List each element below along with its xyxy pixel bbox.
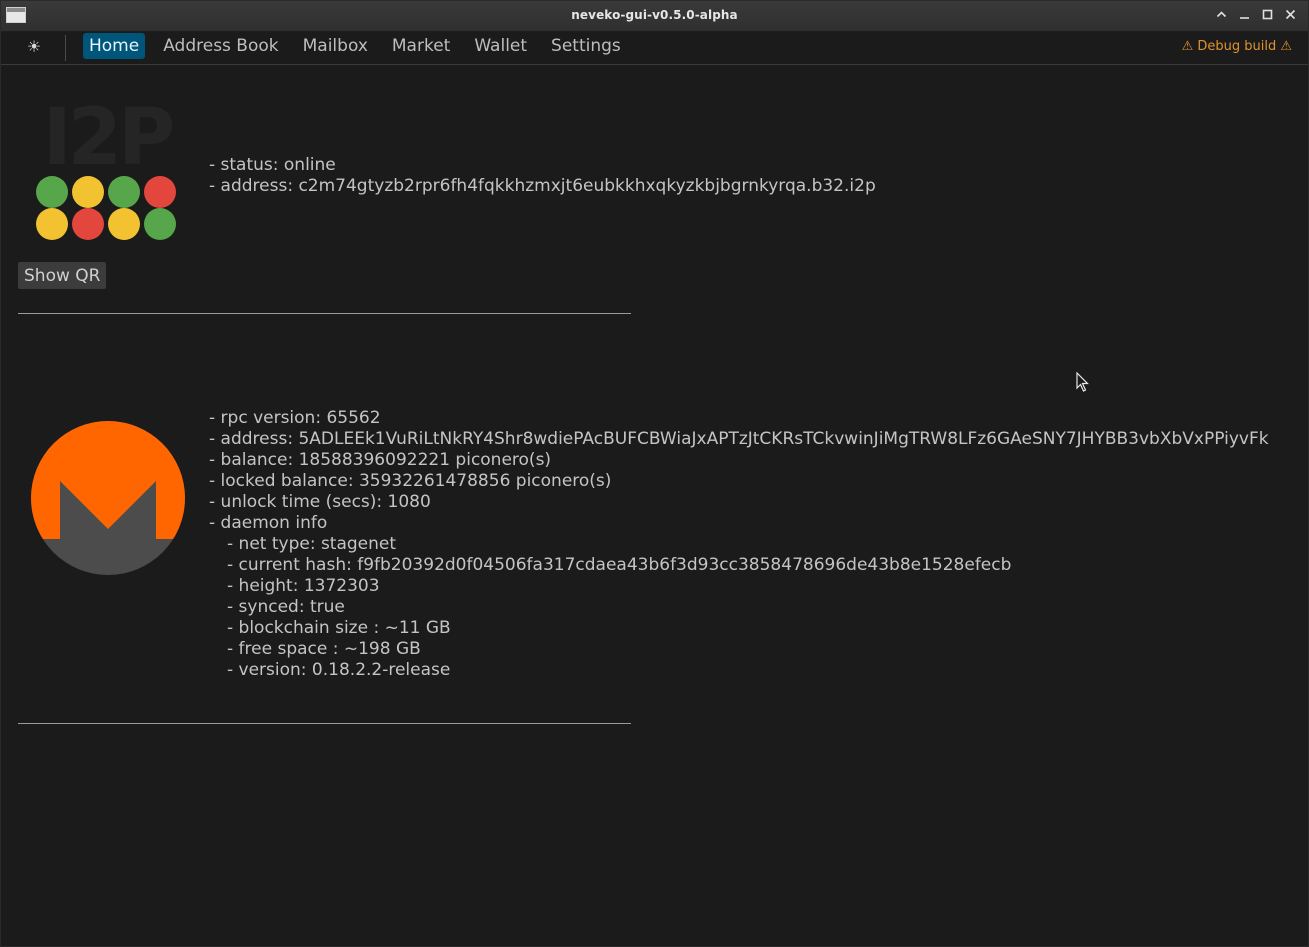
daemon-synced: - synced: true [227, 597, 345, 617]
home-content: I2P - status: online - address: c2m74gty… [1, 65, 1308, 947]
tab-home[interactable]: Home [83, 33, 146, 59]
i2p-logo-text: I2P [43, 93, 172, 183]
tab-address-book[interactable]: Address Book [157, 33, 284, 59]
window-title: neveko-gui-v0.5.0-alpha [571, 8, 738, 22]
daemon-info-heading: - daemon info [209, 513, 328, 533]
daemon-net-type: - net type: stagenet [227, 534, 397, 554]
nav-separator [65, 35, 66, 61]
wallet-address: - address: 5ADLEEk1VuRiLtNkRY4Shr8wdiePA… [209, 429, 1269, 449]
nav-tabs: Home Address Book Mailbox Market Wallet … [83, 33, 639, 59]
close-icon[interactable] [1283, 7, 1298, 24]
mouse-cursor-icon [1076, 372, 1089, 392]
wallet-balance: - balance: 18588396092221 piconero(s) [209, 450, 552, 470]
section-divider-monero [18, 723, 631, 724]
daemon-current-hash: - current hash: f9fb20392d0f04506fa317cd… [227, 555, 1012, 575]
maximize-icon[interactable] [1260, 7, 1275, 24]
i2p-address: - address: c2m74gtyzb2rpr6fh4fqkkhzmxjt6… [209, 176, 876, 196]
i2p-logo: I2P [36, 93, 176, 240]
tab-market[interactable]: Market [386, 33, 456, 59]
rpc-version: - rpc version: 65562 [209, 408, 381, 428]
show-qr-button[interactable]: Show QR [18, 262, 107, 289]
unlock-time: - unlock time (secs): 1080 [209, 492, 431, 512]
top-nav-bar: ☀ Home Address Book Mailbox Market Walle… [1, 32, 1308, 65]
locked-balance: - locked balance: 35932261478856 piconer… [209, 471, 612, 491]
tab-mailbox[interactable]: Mailbox [297, 33, 374, 59]
minimize-icon[interactable] [1237, 7, 1252, 24]
i2p-status: - status: online [209, 155, 336, 175]
theme-toggle-sun-icon[interactable]: ☀ [24, 37, 44, 57]
daemon-version: - version: 0.18.2.2-release [227, 660, 451, 680]
monero-info: - rpc version: 65562 - address: 5ADLEEk1… [209, 408, 1269, 681]
tab-settings[interactable]: Settings [545, 33, 627, 59]
daemon-height: - height: 1372303 [227, 576, 380, 596]
monero-logo [31, 421, 185, 575]
daemon-free-space: - free space : ~198 GB [227, 639, 421, 659]
app-window: neveko-gui-v0.5.0-alpha ☀ Home Address B… [0, 0, 1309, 947]
debug-build-badge[interactable]: ⚠ Debug build ⚠ [1182, 39, 1292, 54]
title-bar[interactable]: neveko-gui-v0.5.0-alpha [1, 1, 1308, 32]
section-divider-i2p [18, 313, 631, 314]
tab-wallet[interactable]: Wallet [468, 33, 533, 59]
window-controls [1214, 7, 1298, 24]
i2p-info: - status: online - address: c2m74gtyzb2r… [209, 155, 876, 197]
chevron-up-icon[interactable] [1214, 7, 1229, 24]
daemon-blockchain-size: - blockchain size : ~11 GB [227, 618, 451, 638]
